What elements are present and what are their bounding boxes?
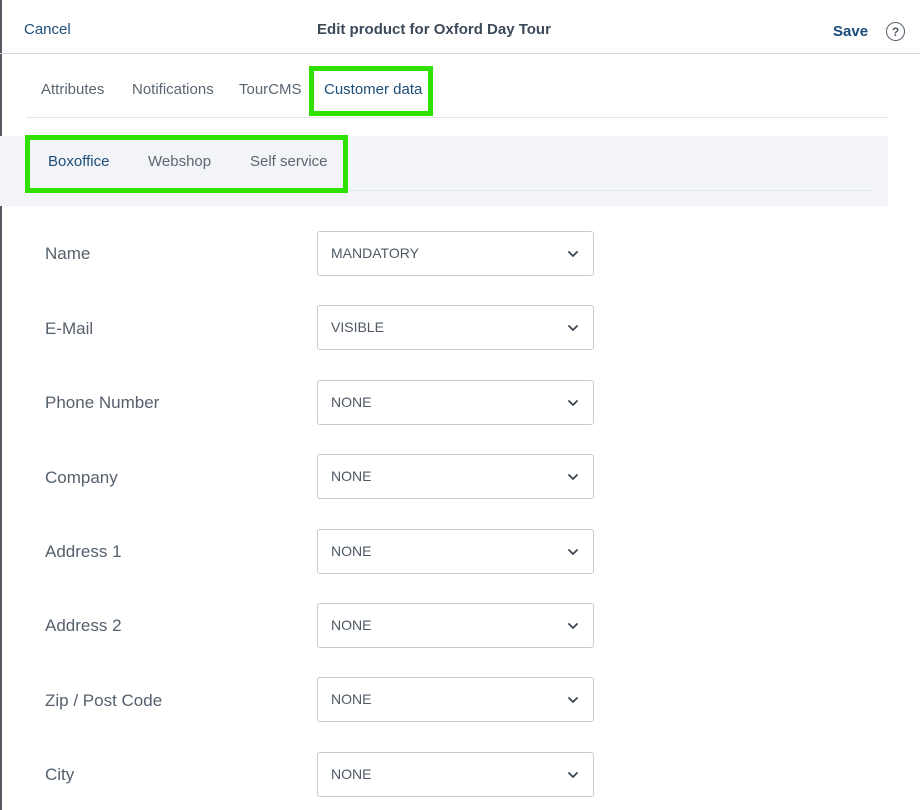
main-tabs: Attributes Notifications TourCMS Custome… xyxy=(26,68,888,118)
chevron-down-icon xyxy=(568,474,578,480)
top-bar: Cancel Edit product for Oxford Day Tour … xyxy=(0,0,920,54)
window-edge xyxy=(0,0,2,810)
chevron-down-icon xyxy=(568,400,578,406)
chevron-down-icon xyxy=(568,325,578,331)
select-value: NONE xyxy=(331,543,372,559)
select-value: NONE xyxy=(331,468,372,484)
tab-attributes[interactable]: Attributes xyxy=(41,81,104,98)
subtab-highlight-box xyxy=(25,135,348,193)
chevron-down-icon xyxy=(568,623,578,629)
select-value: VISIBLE xyxy=(331,319,384,335)
chevron-down-icon xyxy=(568,772,578,778)
field-label-address-1: Address 1 xyxy=(45,542,122,561)
select-address-1[interactable]: NONE xyxy=(317,529,594,574)
select-value: MANDATORY xyxy=(331,245,419,261)
chevron-down-icon xyxy=(568,251,578,257)
help-icon[interactable]: ? xyxy=(886,22,905,41)
field-label-name: Name xyxy=(45,244,91,263)
tab-highlight-box xyxy=(309,66,433,116)
field-label-company: Company xyxy=(45,468,118,487)
select-value: NONE xyxy=(331,691,372,707)
select-zip-post-code[interactable]: NONE xyxy=(317,677,594,722)
save-button[interactable]: Save xyxy=(833,23,868,40)
tab-tourcms[interactable]: TourCMS xyxy=(239,81,302,98)
field-label-address-2: Address 2 xyxy=(45,616,122,635)
select-email[interactable]: VISIBLE xyxy=(317,305,594,350)
select-company[interactable]: NONE xyxy=(317,454,594,499)
select-city[interactable]: NONE xyxy=(317,752,594,797)
field-label-city: City xyxy=(45,765,75,784)
select-phone-number[interactable]: NONE xyxy=(317,380,594,425)
field-label-email: E-Mail xyxy=(45,319,94,338)
tab-notifications[interactable]: Notifications xyxy=(132,81,214,98)
select-name[interactable]: MANDATORY xyxy=(317,231,594,276)
field-label-phone-number: Phone Number xyxy=(45,393,160,412)
select-value: NONE xyxy=(331,617,372,633)
field-label-zip-post-code: Zip / Post Code xyxy=(45,691,163,710)
chevron-down-icon xyxy=(568,697,578,703)
chevron-down-icon xyxy=(568,549,578,555)
page-title: Edit product for Oxford Day Tour xyxy=(317,21,551,38)
select-value: NONE xyxy=(331,766,372,782)
select-value: NONE xyxy=(331,394,372,410)
select-address-2[interactable]: NONE xyxy=(317,603,594,648)
